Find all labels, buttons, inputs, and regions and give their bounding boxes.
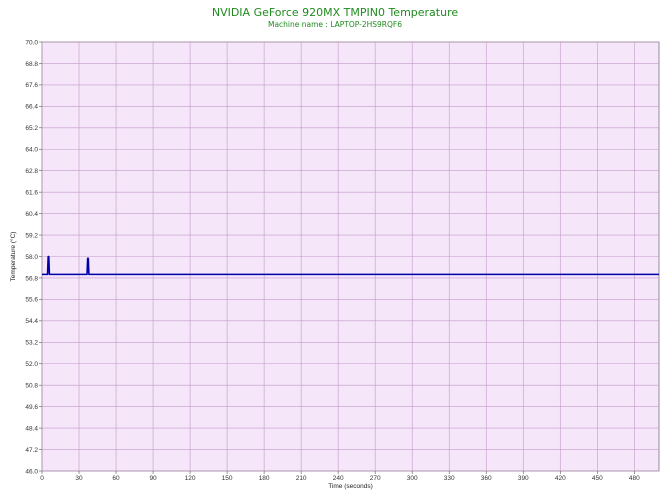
y-tick-label: 55.6 xyxy=(25,297,38,304)
y-tick-label: 65.2 xyxy=(25,125,38,132)
y-tick-label: 64.0 xyxy=(25,147,38,154)
x-tick-label: 360 xyxy=(481,475,492,482)
y-tick-label: 58.0 xyxy=(25,254,38,261)
y-tick-label: 50.8 xyxy=(25,383,38,390)
y-tick-label: 70.0 xyxy=(25,39,38,46)
y-tick-label: 67.6 xyxy=(25,82,38,89)
x-tick-label: 180 xyxy=(259,475,270,482)
y-tick-label: 48.4 xyxy=(25,425,38,432)
x-axis-ticks: 0 30 60 90 120 150 180 210 240 270 300 330 360 390 420… xyxy=(40,471,640,482)
x-tick-label: 210 xyxy=(296,475,307,482)
y-tick-label: 52.0 xyxy=(25,361,38,368)
x-tick-label: 450 xyxy=(592,475,603,482)
x-axis-label: Time (seconds) xyxy=(328,483,373,490)
y-tick-label: 61.6 xyxy=(25,189,38,196)
y-tick-label: 59.2 xyxy=(25,232,38,239)
x-tick-label: 420 xyxy=(555,475,566,482)
x-tick-label: 60 xyxy=(112,475,120,482)
x-tick-label: 150 xyxy=(222,475,233,482)
x-tick-label: 390 xyxy=(518,475,529,482)
y-tick-label: 46.0 xyxy=(25,468,38,475)
x-tick-label: 480 xyxy=(629,475,640,482)
y-tick-label: 66.4 xyxy=(25,104,38,111)
chart-svg: NVIDIA GeForce 920MX TMPIN0 Temperature … xyxy=(9,6,660,490)
x-tick-label: 270 xyxy=(370,475,381,482)
chart-title: NVIDIA GeForce 920MX TMPIN0 Temperature xyxy=(212,6,459,19)
y-axis-ticks: 46.0 47.2 48.4 49.6 50.8 52.0 53.2 54.4 55.6 56.8… xyxy=(25,39,42,475)
chart-subtitle: Machine name : LAPTOP-2HS9RQF6 xyxy=(268,20,402,29)
x-tick-label: 240 xyxy=(333,475,344,482)
y-tick-label: 53.2 xyxy=(25,340,38,347)
chart: NVIDIA GeForce 920MX TMPIN0 Temperature … xyxy=(0,0,670,502)
x-tick-label: 300 xyxy=(407,475,418,482)
y-tick-label: 60.4 xyxy=(25,211,38,218)
y-tick-label: 56.8 xyxy=(25,275,38,282)
x-tick-label: 30 xyxy=(75,475,83,482)
y-tick-label: 62.8 xyxy=(25,168,38,175)
x-tick-label: 0 xyxy=(40,475,44,482)
x-tick-label: 330 xyxy=(444,475,455,482)
y-tick-label: 49.6 xyxy=(25,404,38,411)
y-tick-label: 68.8 xyxy=(25,61,38,68)
y-tick-label: 47.2 xyxy=(25,447,38,454)
grid-lines xyxy=(41,41,659,472)
x-tick-label: 120 xyxy=(185,475,196,482)
x-tick-label: 90 xyxy=(149,475,157,482)
y-tick-label: 54.4 xyxy=(25,318,38,325)
y-axis-label: Temperature (°C) xyxy=(9,232,17,282)
